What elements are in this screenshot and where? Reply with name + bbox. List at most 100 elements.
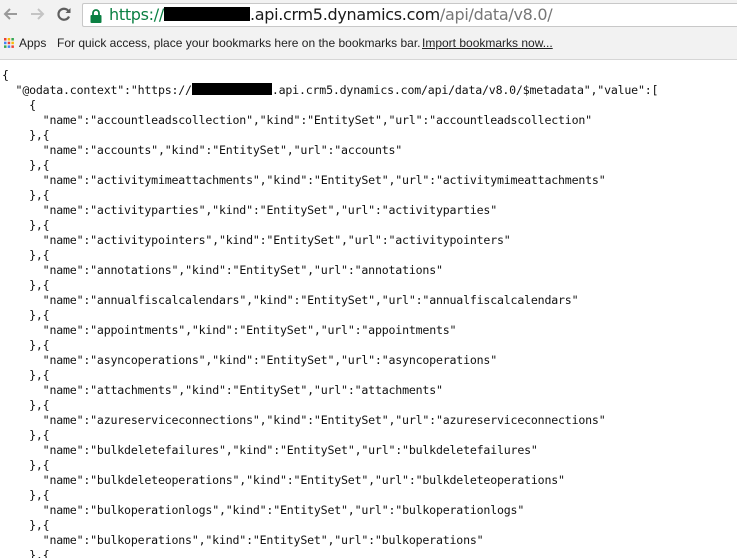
- json-entity-row: "name":"asyncoperations","kind":"EntityS…: [2, 353, 737, 368]
- json-punct: "name":": [2, 203, 97, 217]
- json-punct: ","url":": [341, 503, 403, 517]
- json-entity-kind: EntitySet: [246, 323, 308, 337]
- json-entity-name: activitypointers: [96, 233, 206, 247]
- json-punct: "name":": [2, 353, 97, 367]
- json-entity-name: bulkoperationlogs: [96, 503, 213, 517]
- forward-button[interactable]: [26, 3, 48, 25]
- json-punct: ": [476, 533, 484, 547]
- json-entity-name: activityparties: [96, 203, 199, 217]
- json-entity-url: annotations: [361, 263, 436, 277]
- json-entity-row: "name":"accountleadscollection","kind":"…: [2, 113, 737, 128]
- json-entity-name: appointments: [96, 323, 179, 337]
- json-context-line: "@odata.context":"https:// .api.crm5.dyna…: [2, 83, 737, 98]
- url-text: https:// .api.crm5.dynamics.com/api/data/…: [109, 5, 553, 25]
- json-punct: "name":": [2, 443, 97, 457]
- json-punct: ","kind":": [239, 293, 308, 307]
- json-entity-kind: EntitySet: [266, 203, 328, 217]
- json-entity-url: bulkoperationlogs: [402, 503, 518, 517]
- json-punct: ": [598, 413, 606, 427]
- json-entity-row: "name":"bulkoperationlogs","kind":"Entit…: [2, 503, 737, 518]
- arrow-left-icon: [3, 8, 17, 20]
- import-bookmarks-link[interactable]: Import bookmarks now...: [422, 36, 553, 50]
- json-punct: ","url":": [381, 413, 443, 427]
- json-entity-name: annualfiscalcalendars: [96, 293, 240, 307]
- apps-grid-icon[interactable]: [4, 38, 14, 48]
- json-entity-row: "name":"azureserviceconnections","kind":…: [2, 413, 737, 428]
- json-object-separator: },{: [2, 488, 50, 502]
- arrow-right-icon: [31, 8, 45, 20]
- json-entity-kind: EntitySet: [320, 413, 382, 427]
- json-entity-url: bulkoperations: [381, 533, 477, 547]
- json-open-brace: {: [2, 68, 9, 82]
- json-punct: ","kind":": [171, 383, 240, 397]
- json-punct: ": [558, 473, 565, 487]
- json-object-separator: },{: [2, 248, 50, 262]
- json-entity-kind: EntitySet: [313, 113, 375, 127]
- redacted-org: [191, 83, 272, 95]
- browser-toolbar: https:// .api.crm5.dynamics.com/api/data/…: [0, 0, 737, 60]
- json-punct: ": [490, 353, 497, 367]
- json-punct: "name":": [2, 473, 97, 487]
- json-object-separator: },{: [2, 458, 50, 472]
- json-object-separator: },{: [2, 278, 50, 292]
- json-punct: "name":": [2, 263, 97, 277]
- json-punct: ": [530, 443, 538, 457]
- json-viewer: { "@odata.context":"https:// .api.crm5.dy…: [0, 60, 737, 558]
- json-entity-row: "name":"activitypointers","kind":"Entity…: [2, 233, 737, 248]
- json-punct: ","url":": [327, 203, 389, 217]
- json-punct: ","url":": [320, 533, 382, 547]
- json-punct: ": [571, 293, 579, 307]
- json-punct: ","kind":": [232, 473, 301, 487]
- json-entity-url: azureserviceconnections: [442, 413, 599, 427]
- json-punct: "name":": [2, 323, 97, 337]
- json-entity-row: "name":"annualfiscalcalendars","kind":"E…: [2, 293, 737, 308]
- json-entity-row: "name":"bulkoperations","kind":"EntitySe…: [2, 533, 737, 548]
- json-punct: ": [490, 203, 497, 217]
- apps-shortcut[interactable]: Apps: [19, 36, 46, 50]
- json-entity-kind: EntitySet: [273, 233, 335, 247]
- json-entity-name: accounts: [96, 143, 152, 157]
- bookmarks-bar: Apps For quick access, place your bookma…: [0, 31, 737, 57]
- json-entity-row: "name":"accounts","kind":"EntitySet","ur…: [2, 143, 737, 158]
- json-context-tail: .api.crm5.dynamics.com/api/data/v8.0/$me…: [271, 83, 659, 97]
- json-punct: ","url":": [361, 473, 423, 487]
- json-punct: ","url":": [334, 233, 396, 247]
- json-punct: "name":": [2, 413, 97, 427]
- json-punct: "name":": [2, 173, 97, 187]
- json-entity-url: annualfiscalcalendars: [429, 293, 572, 307]
- reload-button[interactable]: [53, 3, 75, 25]
- json-entity-url: accounts: [341, 143, 396, 157]
- json-punct: ": [598, 173, 606, 187]
- json-punct: ","kind":": [198, 203, 267, 217]
- json-punct: ": [503, 233, 511, 247]
- url-scheme: https://: [109, 5, 164, 24]
- back-button[interactable]: [0, 3, 22, 25]
- json-entity-url: accountleadscollection: [435, 113, 586, 127]
- redacted-host: [163, 7, 250, 21]
- json-entity-name: bulkdeletefailures: [96, 443, 219, 457]
- json-entity-url: attachments: [361, 383, 436, 397]
- json-entity-row: "name":"activitymimeattachments","kind":…: [2, 173, 737, 188]
- address-bar[interactable]: https:// .api.crm5.dynamics.com/api/data/…: [82, 3, 737, 27]
- json-punct: ","url":": [280, 143, 342, 157]
- json-object-separator: },{: [2, 338, 50, 352]
- json-punct: ","url":": [374, 113, 436, 127]
- json-entity-row: "name":"activityparties","kind":"EntityS…: [2, 203, 737, 218]
- json-punct: "name":": [2, 533, 97, 547]
- json-entity-kind: EntitySet: [280, 503, 342, 517]
- json-punct: "name":": [2, 293, 97, 307]
- json-entity-url: appointments: [368, 323, 450, 337]
- json-entity-name: bulkoperations: [96, 533, 192, 547]
- json-punct: ": [435, 383, 443, 397]
- json-punct: ","kind":": [171, 263, 240, 277]
- json-entity-name: asyncoperations: [96, 353, 199, 367]
- json-punct: ","kind":": [198, 353, 267, 367]
- json-object-separator: },{: [2, 158, 50, 172]
- bookmarks-hint: For quick access, place your bookmarks h…: [57, 36, 421, 50]
- json-entity-url: asyncoperations: [388, 353, 491, 367]
- json-entity-kind: EntitySet: [320, 173, 382, 187]
- json-punct: ","url":": [381, 173, 443, 187]
- json-entity-url: bulkdeleteoperations: [422, 473, 559, 487]
- json-punct: ","url":": [300, 383, 362, 397]
- json-entity-url: bulkdeletefailures: [408, 443, 531, 457]
